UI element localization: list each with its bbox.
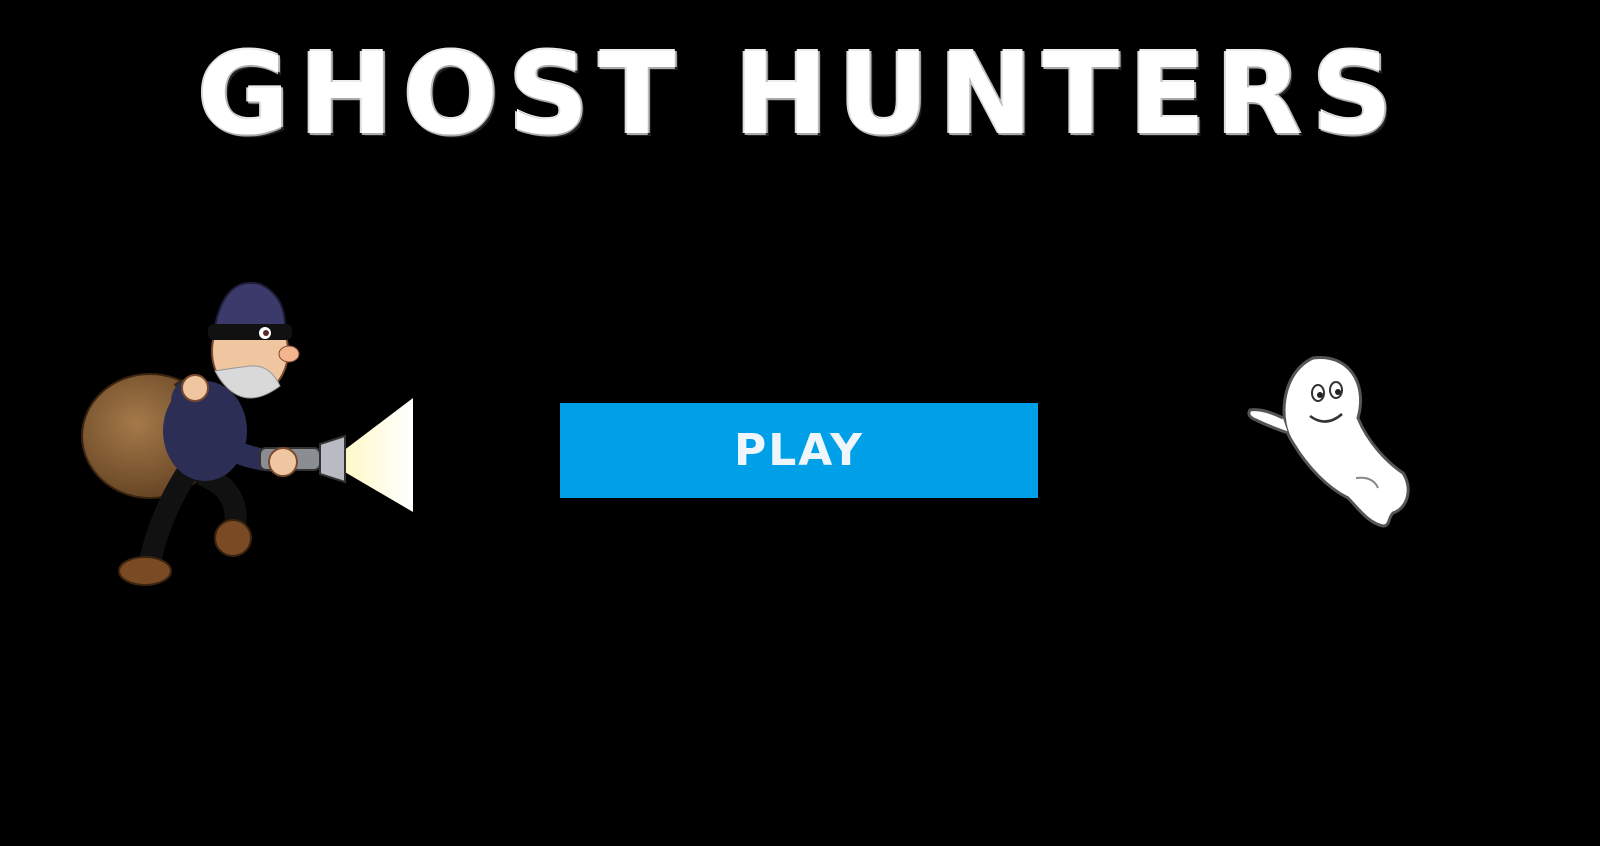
game-title: GHOST HUNTERS [197, 30, 1403, 160]
thief-with-flashlight-sprite [81, 281, 413, 586]
game-stage: GHOST HUNTERS PLAY [0, 0, 1600, 846]
ghost-sprite [1247, 355, 1410, 528]
play-button[interactable]: PLAY [560, 403, 1038, 498]
